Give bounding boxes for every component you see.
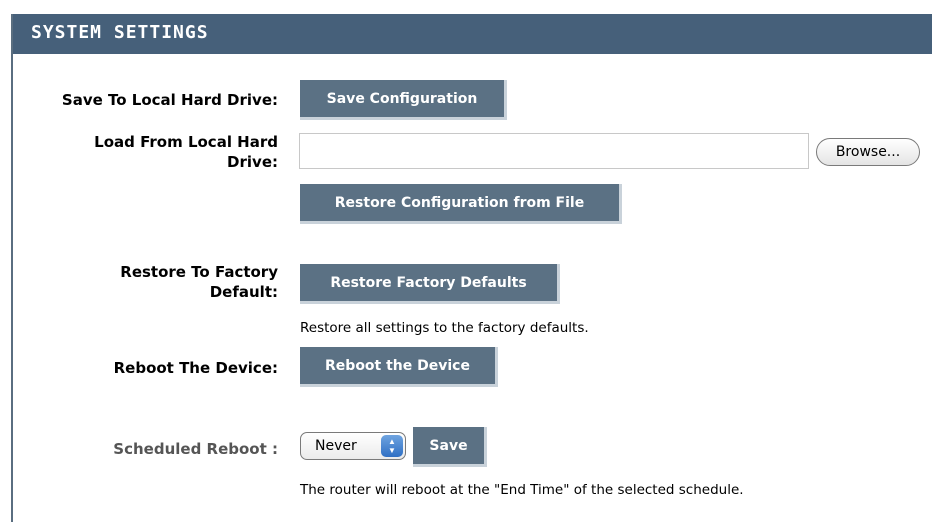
schedule-select[interactable]: Never ▲ ▼	[300, 432, 406, 460]
schedule-select-value: Never	[315, 438, 357, 454]
browse-button[interactable]: Browse...	[816, 138, 920, 166]
factory-label: Restore To Factory Default:	[120, 262, 278, 302]
reboot-device-button[interactable]: Reboot the Device	[300, 347, 498, 387]
factory-label-line1: Restore To Factory	[120, 263, 278, 281]
section-title: SYSTEM SETTINGS	[31, 22, 209, 43]
load-local-label-line1: Load From Local Hard	[94, 133, 278, 151]
load-local-label: Load From Local Hard Drive:	[94, 132, 278, 172]
factory-label-line2: Default:	[209, 283, 278, 301]
factory-description: Restore all settings to the factory defa…	[300, 320, 589, 336]
save-local-label: Save To Local Hard Drive:	[61, 91, 278, 109]
restore-factory-defaults-button[interactable]: Restore Factory Defaults	[300, 264, 560, 304]
chevron-up-down-icon: ▲ ▼	[381, 435, 403, 457]
reboot-label: Reboot The Device:	[113, 359, 278, 377]
scheduled-reboot-label: Scheduled Reboot :	[113, 440, 278, 458]
file-path-input[interactable]	[299, 133, 809, 169]
restore-configuration-button[interactable]: Restore Configuration from File	[300, 184, 622, 224]
scheduled-reboot-description: The router will reboot at the "End Time"…	[300, 482, 744, 498]
scheduled-reboot-save-button[interactable]: Save	[413, 427, 487, 467]
section-header: SYSTEM SETTINGS	[13, 14, 932, 54]
save-configuration-button[interactable]: Save Configuration	[300, 80, 507, 120]
load-local-label-line2: Drive:	[227, 153, 278, 171]
